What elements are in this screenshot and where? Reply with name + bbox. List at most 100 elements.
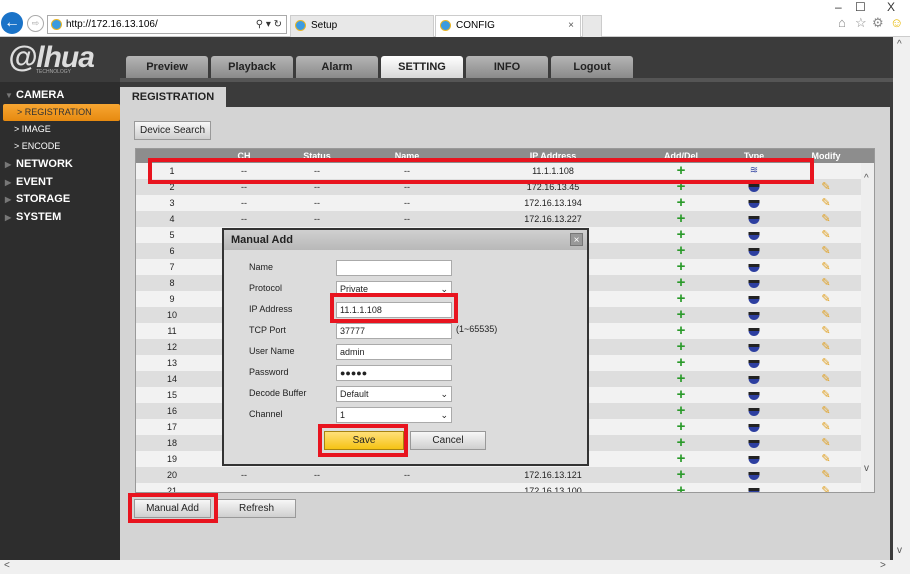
cell-ch: -- [241, 198, 247, 208]
pencil-edit-icon[interactable]: ✎ [821, 419, 830, 435]
sidebar-item-encode[interactable]: > ENCODE [0, 138, 120, 155]
nav-info[interactable]: INFO [466, 56, 548, 78]
page-horizontal-scrollbar[interactable]: < > [0, 560, 910, 574]
add-plus-icon[interactable]: + [677, 387, 686, 402]
cancel-button[interactable]: Cancel [410, 431, 486, 450]
scroll-down-icon[interactable]: v [897, 545, 902, 556]
pencil-edit-icon[interactable]: ✎ [821, 291, 830, 307]
table-row[interactable]: 21 172.16.13.100 + ✎ [136, 483, 861, 492]
close-tab-icon[interactable]: × [568, 16, 574, 36]
page-vertical-scrollbar[interactable]: ^ v [893, 37, 910, 560]
name-input[interactable] [336, 260, 452, 276]
back-arrow-icon[interactable]: ← [1, 12, 23, 34]
nav-preview[interactable]: Preview [126, 56, 208, 78]
scroll-down-icon[interactable]: v [864, 463, 869, 474]
add-plus-icon[interactable]: + [677, 419, 686, 434]
pencil-edit-icon[interactable]: ✎ [821, 435, 830, 451]
add-plus-icon[interactable]: + [677, 467, 686, 482]
user-name-input[interactable]: admin [336, 344, 452, 360]
close-icon[interactable]: × [570, 233, 583, 246]
tab-registration[interactable]: REGISTRATION [120, 87, 226, 107]
scroll-up-icon[interactable]: ^ [864, 173, 869, 184]
pencil-edit-icon[interactable]: ✎ [821, 451, 830, 467]
close-window-button[interactable]: X [887, 0, 895, 14]
maximize-button[interactable]: ☐ [855, 0, 866, 14]
address-bar[interactable]: http://172.16.13.106/ ⚲ ▾ ↻ [47, 15, 287, 34]
add-plus-icon[interactable]: + [677, 227, 686, 242]
new-tab-button[interactable] [582, 15, 602, 37]
add-plus-icon[interactable]: + [677, 291, 686, 306]
field-label: Protocol [249, 283, 283, 293]
device-search-button[interactable]: Device Search [134, 121, 211, 140]
cell-no: 5 [169, 230, 175, 240]
add-plus-icon[interactable]: + [677, 307, 686, 322]
nav-setting[interactable]: SETTING [381, 56, 463, 78]
pencil-edit-icon[interactable]: ✎ [821, 275, 830, 291]
pencil-edit-icon[interactable]: ✎ [821, 339, 830, 355]
table-scrollbar[interactable]: ^ v [861, 163, 874, 492]
type-camera-icon [748, 403, 760, 419]
pencil-edit-icon[interactable]: ✎ [821, 243, 830, 259]
sidebar-item-image[interactable]: > IMAGE [0, 121, 120, 138]
sidebar-storage[interactable]: ▶ STORAGE [0, 191, 120, 208]
label: CAMERA [16, 89, 65, 101]
add-plus-icon[interactable]: + [677, 371, 686, 386]
sidebar-event[interactable]: ▶ EVENT [0, 174, 120, 191]
home-icon[interactable]: ⌂ [838, 15, 846, 30]
nav-playback[interactable]: Playback [211, 56, 293, 78]
pencil-edit-icon[interactable]: ✎ [821, 467, 830, 483]
forward-arrow-icon[interactable]: ⇨ [27, 15, 44, 32]
add-plus-icon[interactable]: + [677, 339, 686, 354]
nav-alarm[interactable]: Alarm [296, 56, 378, 78]
pencil-edit-icon[interactable]: ✎ [821, 227, 830, 243]
cell-name: -- [404, 214, 410, 224]
scroll-left-icon[interactable]: < [4, 560, 10, 571]
add-plus-icon[interactable]: + [677, 243, 686, 258]
nav-logout[interactable]: Logout [551, 56, 633, 78]
add-plus-icon[interactable]: + [677, 435, 686, 450]
decode-buffer-select[interactable]: Default ⌄ [336, 386, 452, 402]
sidebar-network[interactable]: ▶ NETWORK [0, 156, 120, 173]
pencil-edit-icon[interactable]: ✎ [821, 323, 830, 339]
add-plus-icon[interactable]: + [677, 451, 686, 466]
add-plus-icon[interactable]: + [677, 259, 686, 274]
search-refresh-icon[interactable]: ⚲ ▾ ↻ [256, 16, 282, 33]
smiley-icon[interactable]: ☺ [890, 15, 903, 30]
pencil-edit-icon[interactable]: ✎ [821, 259, 830, 275]
add-plus-icon[interactable]: + [677, 211, 686, 226]
add-plus-icon[interactable]: + [677, 403, 686, 418]
refresh-button[interactable]: Refresh [217, 499, 296, 518]
pencil-edit-icon[interactable]: ✎ [821, 387, 830, 403]
pencil-edit-icon[interactable]: ✎ [821, 179, 830, 195]
add-plus-icon[interactable]: + [677, 355, 686, 370]
pencil-edit-icon[interactable]: ✎ [821, 403, 830, 419]
add-plus-icon[interactable]: + [677, 483, 686, 492]
table-row[interactable]: 3 -- -- -- 172.16.13.194 + ✎ [136, 195, 861, 211]
scroll-right-icon[interactable]: > [880, 560, 886, 571]
gear-icon[interactable]: ⚙ [872, 15, 884, 31]
star-icon[interactable]: ☆ [855, 15, 867, 31]
tcp-port-input[interactable]: 37777 [336, 323, 452, 339]
sidebar-camera[interactable]: ▼ CAMERA [0, 87, 120, 104]
add-plus-icon[interactable]: + [677, 323, 686, 338]
pencil-edit-icon[interactable]: ✎ [821, 355, 830, 371]
pencil-edit-icon[interactable]: ✎ [821, 483, 830, 492]
minimize-button[interactable]: – [835, 0, 842, 14]
add-plus-icon[interactable]: + [677, 275, 686, 290]
pencil-edit-icon[interactable]: ✎ [821, 211, 830, 227]
cell-no: 9 [169, 294, 175, 304]
sidebar-item-registration[interactable]: > REGISTRATION [3, 104, 120, 121]
tab-setup[interactable]: Setup [290, 15, 434, 37]
tab-config[interactable]: CONFIG × [435, 15, 581, 37]
table-row[interactable]: 20 -- -- -- 172.16.13.121 + ✎ [136, 467, 861, 483]
scroll-up-icon[interactable]: ^ [897, 39, 902, 50]
add-plus-icon[interactable]: + [677, 195, 686, 210]
table-row[interactable]: 4 -- -- -- 172.16.13.227 + ✎ [136, 211, 861, 227]
pencil-edit-icon[interactable]: ✎ [821, 371, 830, 387]
channel-select[interactable]: 1 ⌄ [336, 407, 452, 423]
label: ENCODE [21, 141, 61, 151]
pencil-edit-icon[interactable]: ✎ [821, 195, 830, 211]
sidebar-system[interactable]: ▶ SYSTEM [0, 209, 120, 226]
pencil-edit-icon[interactable]: ✎ [821, 307, 830, 323]
password-input[interactable]: ●●●●● [336, 365, 452, 381]
